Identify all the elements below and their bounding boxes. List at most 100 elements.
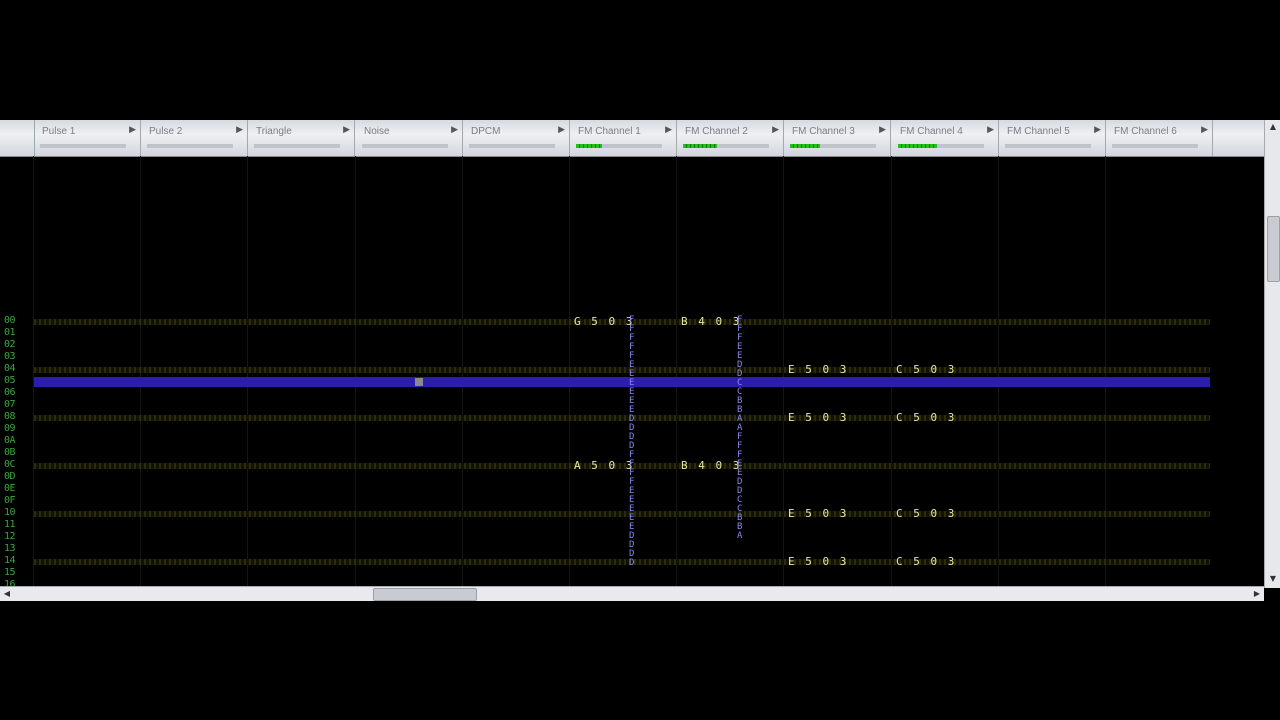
- channel-volume-meter: [1005, 144, 1091, 148]
- channel-volume-meter: [147, 144, 233, 148]
- channel-name: FM Channel 6: [1114, 126, 1177, 137]
- row-number: 0F: [4, 495, 16, 506]
- note-cell[interactable]: E 5 0 3: [788, 508, 848, 519]
- channel-header[interactable]: Noise ▶: [356, 120, 463, 156]
- note-cell[interactable]: G 5 0 3: [574, 316, 634, 327]
- note-cell[interactable]: A 5 0 3: [574, 460, 634, 471]
- note-cell[interactable]: C 5 0 3: [896, 412, 956, 423]
- highlighted-row-band: [34, 559, 1210, 565]
- channel-header[interactable]: FM Channel 5 ▶: [999, 120, 1106, 156]
- channel-menu-arrow-icon[interactable]: ▶: [343, 125, 350, 135]
- channel-header[interactable]: FM Channel 6 ▶: [1106, 120, 1213, 156]
- effect-glyph: A: [737, 531, 743, 541]
- channel-menu-arrow-icon[interactable]: ▶: [236, 125, 243, 135]
- row-number: 08: [4, 411, 16, 422]
- channel-name: FM Channel 2: [685, 126, 748, 137]
- scroll-down-icon[interactable]: ▼: [1266, 572, 1280, 586]
- row-number: 14: [4, 555, 16, 566]
- channel-menu-arrow-icon[interactable]: ▶: [879, 125, 886, 135]
- channel-menu-arrow-icon[interactable]: ▶: [987, 125, 994, 135]
- channel-header[interactable]: Triangle ▶: [248, 120, 355, 156]
- row-number: 03: [4, 351, 16, 362]
- channel-volume-level: [683, 144, 718, 148]
- channel-volume-level: [790, 144, 821, 148]
- note-cell[interactable]: E 5 0 3: [788, 364, 848, 375]
- channel-volume-meter: [362, 144, 448, 148]
- channel-name: FM Channel 5: [1007, 126, 1070, 137]
- pattern-editor[interactable]: 00 01 02 03 04 05 06 07 08 09 0A 0B 0C 0D 0E 0F 10 11 12 13…: [0, 156, 1264, 586]
- channel-menu-arrow-icon[interactable]: ▶: [558, 125, 565, 135]
- note-cell[interactable]: C 5 0 3: [896, 556, 956, 567]
- channel-volume-meter: [40, 144, 126, 148]
- channel-menu-arrow-icon[interactable]: ▶: [1201, 125, 1208, 135]
- channel-name: FM Channel 4: [900, 126, 963, 137]
- channel-menu-arrow-icon[interactable]: ▶: [772, 125, 779, 135]
- channel-volume-meter: [469, 144, 555, 148]
- channel-volume-meter: [576, 144, 662, 148]
- channel-menu-arrow-icon[interactable]: ▶: [665, 125, 672, 135]
- channel-name: FM Channel 1: [578, 126, 641, 137]
- effect-glyph: D: [629, 558, 635, 568]
- note-cell[interactable]: E 5 0 3: [788, 556, 848, 567]
- scroll-right-icon[interactable]: ▶: [1250, 587, 1264, 601]
- channel-volume-meter: [790, 144, 876, 148]
- note-cell[interactable]: B 4 0 3: [681, 316, 741, 327]
- highlighted-row-band: [34, 367, 1210, 373]
- channel-menu-arrow-icon[interactable]: ▶: [129, 125, 136, 135]
- playback-cursor-row: [34, 377, 1210, 387]
- scroll-left-icon[interactable]: ◀: [0, 587, 14, 601]
- channel-header[interactable]: FM Channel 1 ▶: [570, 120, 677, 156]
- channel-name: Triangle: [256, 126, 292, 137]
- channel-header[interactable]: DPCM ▶: [463, 120, 570, 156]
- row-number: 13: [4, 543, 16, 554]
- row-number: 07: [4, 399, 16, 410]
- edit-cursor[interactable]: [415, 378, 423, 386]
- row-number: 02: [4, 339, 16, 350]
- channel-name: DPCM: [471, 126, 501, 137]
- row-number: 15: [4, 567, 16, 578]
- row-number: 0E: [4, 483, 16, 494]
- channel-header[interactable]: Pulse 2 ▶: [141, 120, 248, 156]
- header-corner: [0, 120, 35, 156]
- channel-name: Pulse 2: [149, 126, 183, 137]
- scroll-up-icon[interactable]: ▲: [1266, 120, 1280, 134]
- row-number: 0B: [4, 447, 16, 458]
- channel-volume-level: [898, 144, 937, 148]
- note-cell[interactable]: C 5 0 3: [896, 364, 956, 375]
- row-number: 05: [4, 375, 16, 386]
- channel-menu-arrow-icon[interactable]: ▶: [1094, 125, 1101, 135]
- channel-volume-meter: [1112, 144, 1198, 148]
- channel-header[interactable]: Pulse 1 ▶: [34, 120, 141, 156]
- note-cell[interactable]: C 5 0 3: [896, 508, 956, 519]
- highlighted-row-band: [34, 415, 1210, 421]
- highlighted-row-band: [34, 511, 1210, 517]
- vertical-scrollbar[interactable]: ▲ ▼: [1264, 120, 1280, 588]
- row-number: 01: [4, 327, 16, 338]
- channel-volume-meter: [683, 144, 769, 148]
- horizontal-scrollbar[interactable]: ◀ ▶: [0, 586, 1264, 601]
- row-number: 11: [4, 519, 16, 530]
- tracker-window: Pulse 1 ▶ Pulse 2 ▶ Triangle ▶ Noise ▶ DPCM ▶ FM C…: [0, 118, 1280, 602]
- row-number: 0C: [4, 459, 16, 470]
- note-cell[interactable]: B 4 0 3: [681, 460, 741, 471]
- row-number: 0D: [4, 471, 16, 482]
- channel-volume-meter: [898, 144, 984, 148]
- horizontal-scroll-thumb[interactable]: [373, 588, 477, 601]
- row-number: 09: [4, 423, 16, 434]
- channel-volume-meter: [254, 144, 340, 148]
- row-number: 06: [4, 387, 16, 398]
- channel-name: Noise: [364, 126, 390, 137]
- row-number: 04: [4, 363, 16, 374]
- vertical-scroll-thumb[interactable]: [1267, 216, 1280, 282]
- channel-name: Pulse 1: [42, 126, 76, 137]
- channel-header[interactable]: FM Channel 3 ▶: [784, 120, 891, 156]
- row-number: 0A: [4, 435, 16, 446]
- channel-name: FM Channel 3: [792, 126, 855, 137]
- channel-header[interactable]: FM Channel 4 ▶: [892, 120, 999, 156]
- channel-menu-arrow-icon[interactable]: ▶: [451, 125, 458, 135]
- row-number: 10: [4, 507, 16, 518]
- channel-header-bar: Pulse 1 ▶ Pulse 2 ▶ Triangle ▶ Noise ▶ DPCM ▶ FM C…: [0, 120, 1264, 157]
- note-cell[interactable]: E 5 0 3: [788, 412, 848, 423]
- channel-header[interactable]: FM Channel 2 ▶: [677, 120, 784, 156]
- row-number: 00: [4, 315, 16, 326]
